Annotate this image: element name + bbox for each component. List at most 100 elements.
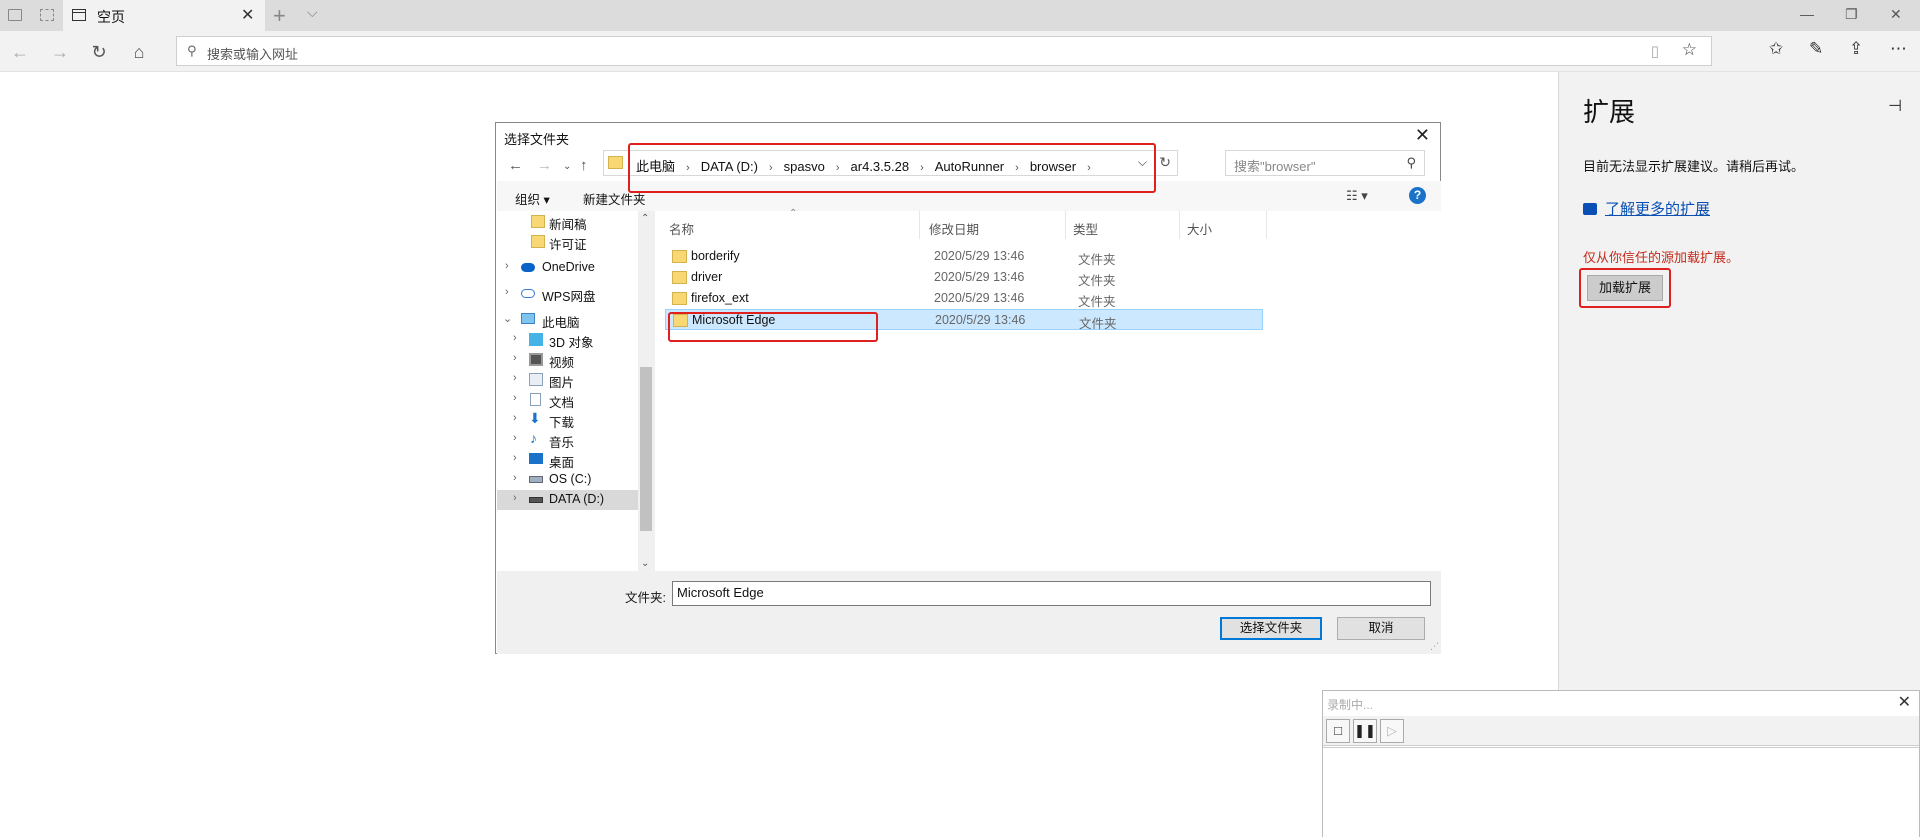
file-date: 2020/5/29 13:46 — [934, 270, 1025, 284]
dialog-title: 选择文件夹 — [504, 132, 570, 147]
favorites-icon[interactable]: ✩ — [1769, 39, 1783, 59]
column-header-type[interactable]: 类型 — [1073, 219, 1098, 238]
tree-item-onedrive[interactable]: › OneDrive — [497, 258, 638, 278]
share-icon[interactable]: ⇪ — [1849, 39, 1863, 59]
refresh-icon[interactable]: ↻ — [1159, 154, 1171, 171]
folder-field-label: 文件夹: — [625, 591, 666, 605]
play-icon[interactable]: ▷ — [1380, 719, 1404, 743]
tree-item-label: OneDrive — [542, 260, 595, 274]
forward-icon[interactable]: → — [47, 39, 73, 65]
tree-item-label: 下载 — [549, 416, 575, 430]
column-divider[interactable] — [1065, 211, 1066, 239]
learn-more-link[interactable]: 了解更多的扩展 — [1583, 198, 1710, 219]
tree-scrollbar[interactable]: ⌃ ⌄ — [638, 211, 655, 571]
resize-grip-icon[interactable]: ⋰ — [1430, 641, 1439, 652]
tree-item-news[interactable]: 新闻稿 — [497, 212, 638, 232]
file-row[interactable]: borderify 2020/5/29 13:46 文件夹 — [665, 246, 1263, 267]
file-row[interactable]: driver 2020/5/29 13:46 文件夹 — [665, 267, 1263, 288]
scrollbar-thumb[interactable] — [640, 367, 652, 531]
new-tab-icon[interactable]: + — [273, 3, 286, 29]
navigation-bar: ← → ↻ ⌂ ⚲ 搜索或输入网址 ▯ ☆ ✩ ✎ ⇪ ⋯ — [0, 31, 1920, 72]
address-bar[interactable]: ⚲ 搜索或输入网址 ▯ ☆ — [176, 36, 1712, 66]
selected-folder-highlight — [668, 312, 878, 342]
chevron-right-icon[interactable]: › — [513, 492, 517, 504]
page-icon — [72, 9, 86, 21]
back-icon[interactable]: ← — [508, 157, 523, 174]
column-header-size[interactable]: 大小 — [1187, 219, 1212, 238]
chevron-down-icon[interactable]: ⌄ — [503, 312, 512, 325]
tree-item-pictures[interactable]: › 图片 — [497, 370, 638, 390]
chevron-right-icon[interactable]: › — [505, 260, 509, 272]
close-icon[interactable]: ✕ — [1898, 692, 1911, 712]
more-icon[interactable]: ⋯ — [1890, 39, 1907, 59]
tree-item-this-pc[interactable]: ⌄ 此电脑 — [497, 310, 638, 330]
up-folder-icon[interactable]: ↑ — [580, 157, 588, 174]
chevron-right-icon[interactable]: › — [505, 286, 509, 298]
recorder-toolbar: □ ❚❚ ▷ — [1323, 716, 1919, 746]
search-placeholder: 搜索"browser" — [1234, 159, 1316, 174]
refresh-icon[interactable]: ↻ — [86, 39, 112, 65]
organize-button[interactable]: 组织 ▾ — [515, 189, 550, 208]
load-extension-highlight: 加载扩展 — [1579, 268, 1671, 308]
folder-search-input[interactable]: 搜索"browser" ⚲ — [1225, 150, 1425, 176]
close-tab-icon[interactable]: ✕ — [241, 5, 254, 25]
tree-item-desktop[interactable]: › 桌面 — [497, 450, 638, 470]
load-extension-button[interactable]: 加载扩展 — [1587, 275, 1663, 301]
pin-icon[interactable]: ⊣ — [1888, 96, 1902, 116]
reading-view-icon[interactable]: ▯ — [1651, 42, 1659, 60]
folder-name-input[interactable]: Microsoft Edge — [672, 581, 1431, 606]
file-row[interactable]: firefox_ext 2020/5/29 13:46 文件夹 — [665, 288, 1263, 309]
close-dialog-icon[interactable]: ✕ — [1415, 125, 1430, 146]
set-aside-tabs-icon[interactable] — [40, 9, 54, 21]
tree-item-license[interactable]: 许可证 — [497, 232, 638, 252]
chevron-right-icon[interactable]: › — [513, 392, 517, 404]
column-divider[interactable] — [1179, 211, 1180, 239]
forward-icon[interactable]: → — [537, 157, 552, 174]
tree-item-label: 音乐 — [549, 436, 575, 450]
chevron-right-icon[interactable]: › — [513, 372, 517, 384]
tree-item-data-d[interactable]: › DATA (D:) — [497, 490, 638, 510]
view-options-icon[interactable]: ☷ ▾ — [1346, 188, 1368, 204]
pause-icon[interactable]: ❚❚ — [1353, 719, 1377, 743]
tree-item-3d-objects[interactable]: › 3D 对象 — [497, 330, 638, 350]
chevron-down-icon[interactable]: ⌵ — [307, 4, 318, 21]
home-icon[interactable]: ⌂ — [126, 39, 152, 65]
chevron-right-icon[interactable]: › — [513, 472, 517, 484]
column-divider[interactable] — [919, 211, 920, 239]
chevron-right-icon[interactable]: › — [513, 452, 517, 464]
scroll-down-icon[interactable]: ⌄ — [641, 558, 649, 569]
tab-blank[interactable]: 空页 ✕ — [63, 0, 265, 31]
tree-item-label: DATA (D:) — [549, 492, 605, 506]
file-type: 文件夹 — [1078, 253, 1116, 267]
stop-icon[interactable]: □ — [1326, 719, 1350, 743]
tab-actions-icon[interactable] — [8, 9, 22, 21]
recent-locations-chevron-icon[interactable]: ⌄ — [563, 161, 571, 172]
scroll-up-icon[interactable]: ⌃ — [641, 213, 649, 224]
document-icon — [530, 393, 541, 406]
file-name: firefox_ext — [691, 291, 749, 305]
tree-item-wps[interactable]: › WPS网盘 — [497, 284, 638, 304]
select-folder-button[interactable]: 选择文件夹 — [1220, 617, 1322, 640]
favorite-star-icon[interactable]: ☆ — [1682, 40, 1697, 60]
chevron-right-icon[interactable]: › — [513, 352, 517, 364]
tree-item-music[interactable]: › ♪ 音乐 — [497, 430, 638, 450]
tree-item-downloads[interactable]: › ⬇ 下载 — [497, 410, 638, 430]
minimize-icon[interactable]: — — [1800, 6, 1814, 22]
notes-pen-icon[interactable]: ✎ — [1809, 39, 1823, 59]
column-divider[interactable] — [1266, 211, 1267, 239]
column-header-name[interactable]: 名称 — [669, 219, 694, 238]
restore-icon[interactable]: ❐ — [1845, 6, 1858, 23]
video-icon — [529, 353, 543, 366]
chevron-right-icon[interactable]: › — [513, 332, 517, 344]
tree-item-videos[interactable]: › 视频 — [497, 350, 638, 370]
column-header-date[interactable]: 修改日期 — [929, 219, 979, 238]
help-icon[interactable]: ? — [1409, 187, 1426, 204]
chevron-right-icon[interactable]: › — [513, 432, 517, 444]
tree-item-os-c[interactable]: › OS (C:) — [497, 470, 638, 490]
chevron-right-icon[interactable]: › — [513, 412, 517, 424]
close-window-icon[interactable]: ✕ — [1890, 6, 1902, 23]
cancel-button[interactable]: 取消 — [1337, 617, 1425, 640]
search-icon: ⚲ — [1406, 155, 1416, 170]
back-icon[interactable]: ← — [7, 39, 33, 65]
tree-item-documents[interactable]: › 文档 — [497, 390, 638, 410]
